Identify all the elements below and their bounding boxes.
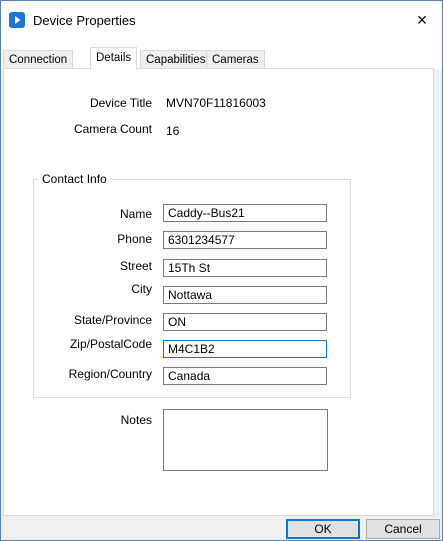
cancel-button[interactable]: Cancel <box>366 519 440 539</box>
tab-details[interactable]: Details <box>90 47 138 70</box>
ok-button[interactable]: OK <box>286 519 360 539</box>
city-label: City <box>131 282 152 296</box>
window-title: Device Properties <box>33 13 136 28</box>
region-country-field[interactable] <box>163 367 327 385</box>
tab-capabilities[interactable]: Capabilities <box>140 50 212 69</box>
street-field[interactable] <box>163 259 327 277</box>
notes-field[interactable] <box>163 409 328 471</box>
name-field[interactable] <box>163 204 327 222</box>
device-title-label: Device Title <box>89 96 152 110</box>
state-province-label: State/Province <box>73 313 152 327</box>
contact-info-title: Contact Info <box>39 172 110 186</box>
camera-count-label: Camera Count <box>73 122 152 136</box>
device-title-value: MVN70F11816003 <box>166 96 266 110</box>
tab-connection[interactable]: Connection <box>3 50 74 69</box>
phone-field[interactable] <box>163 231 327 249</box>
title-bar: Device Properties × <box>1 1 442 39</box>
region-country-label: Region/Country <box>68 367 152 381</box>
name-label: Name <box>119 207 152 221</box>
zip-postal-code-label: Zip/PostalCode <box>69 337 152 351</box>
city-field[interactable] <box>163 286 327 304</box>
street-label: Street <box>119 259 152 273</box>
tab-strip: Connection Details Capabilities Cameras <box>1 39 442 70</box>
phone-label: Phone <box>117 232 152 246</box>
notes-label: Notes <box>120 413 152 427</box>
app-icon <box>9 12 25 28</box>
tab-cameras[interactable]: Cameras <box>206 50 265 69</box>
device-properties-window: Device Properties × Connection Details C… <box>0 0 443 541</box>
camera-count-value: 16 <box>166 124 180 138</box>
zip-postal-code-field[interactable] <box>163 340 327 358</box>
close-icon[interactable]: × <box>402 1 442 39</box>
state-province-field[interactable] <box>163 313 327 331</box>
